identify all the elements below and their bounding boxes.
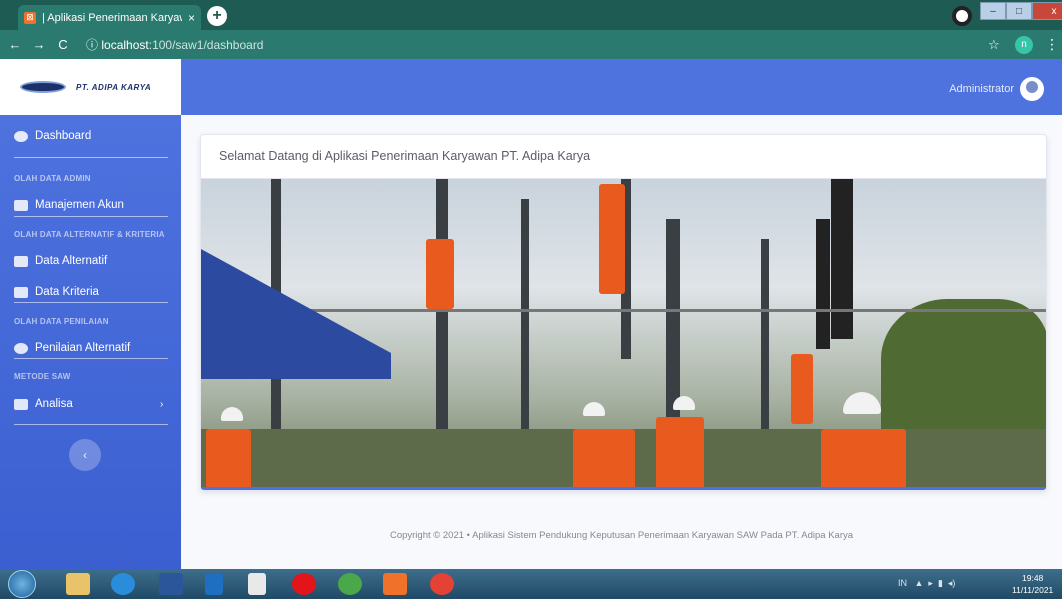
username: Administrator [949,83,1014,95]
worker [791,354,813,424]
chrome-icon[interactable] [430,573,454,595]
worker [656,417,704,489]
worker [821,429,906,489]
hard-hat [221,407,243,421]
sidebar-item-label: Manajemen Akun [35,199,124,211]
internet-explorer-icon[interactable] [111,573,135,595]
users-icon [14,255,28,267]
forward-arrow-icon[interactable]: → [30,37,48,52]
sidebar-item-label: Analisa [35,398,73,410]
welcome-card: Selamat Datang di Aplikasi Penerimaan Ka… [200,134,1047,491]
sidebar-item-label: Data Kriteria [35,286,99,298]
user-avatar-icon [1020,77,1044,101]
sidebar-item-analisa[interactable]: Analisa › [14,398,174,410]
browser-tab[interactable]: ⊠ | Aplikasi Penerimaan Karyawan × [18,5,201,30]
file-explorer-icon[interactable] [66,573,90,595]
opera-icon[interactable] [292,573,316,595]
sidebar: PT. ADIPA KARYA Dashboard OLAH DATA ADMI… [0,59,181,569]
xampp-icon[interactable] [383,573,407,595]
xampp-favicon-icon: ⊠ [24,11,36,24]
tower [521,199,529,429]
sidebar-item-label: Data Alternatif [35,255,108,267]
worker [599,184,625,294]
back-arrow-icon[interactable]: ← [6,37,24,52]
sidebar-item-dashboard[interactable]: Dashboard [14,130,91,142]
opera-menu-icon[interactable] [952,6,972,26]
sidebar-heading-admin: OLAH DATA ADMIN [14,174,91,183]
clock-time: 19:48 [1022,573,1044,583]
sidebar-heading-penilaian: OLAH DATA PENILAIAN [14,317,109,326]
tower [831,179,853,339]
tent [201,249,391,379]
worker [206,429,251,489]
tab-close-icon[interactable]: × [188,11,195,25]
sidebar-heading-metode: METODE SAW [14,372,71,381]
sidebar-item-manajemen-akun[interactable]: Manajemen Akun [14,199,124,211]
footer-copyright: Copyright © 2021 • Aplikasi Sistem Pendu… [389,530,854,541]
topbar: Administrator [181,59,1062,115]
sidebar-item-data-kriteria[interactable]: Data Kriteria [14,286,99,298]
sidebar-item-penilaian-alternatif[interactable]: Penilaian Alternatif [14,342,130,354]
taskbar-clock[interactable]: 19:48 11/11/2021 [1012,572,1053,596]
brand-logo[interactable]: PT. ADIPA KARYA [0,59,181,115]
windows-taskbar: IN ▲ ▸ ▮ ◂) 19:48 11/11/2021 [0,569,1062,599]
sidebar-divider [14,157,168,158]
sidebar-divider [14,424,168,425]
minimize-button[interactable]: – [980,2,1006,20]
profile-avatar[interactable]: n [1015,35,1033,54]
sidebar-toggle-button[interactable]: ‹ [69,439,101,471]
folder-icon [14,398,28,410]
sidebar-item-label: Dashboard [35,130,92,142]
word-icon[interactable] [159,573,183,595]
brand-name: PT. ADIPA KARYA [76,82,152,92]
sidebar-divider [14,216,168,217]
bookmark-star-icon[interactable]: ☆ [988,37,1000,53]
user-dropdown[interactable]: Administrator [949,77,1044,101]
more-menu-icon[interactable]: ⋮ [1045,36,1059,53]
info-icon: ⓘ [86,38,99,52]
language-indicator[interactable]: IN [898,578,907,588]
sidebar-heading-alternatif: OLAH DATA ALTERNATIF & KRITERIA [14,230,165,239]
browser-tab-bar: ⊠ | Aplikasi Penerimaan Karyawan × + – □… [0,0,1062,30]
sidebar-divider [14,358,168,359]
welcome-heading: Selamat Datang di Aplikasi Penerimaan Ka… [201,135,1046,179]
dashboard-icon [14,130,28,142]
hard-hat [843,392,881,414]
maximize-button[interactable]: □ [1006,2,1032,20]
company-logo-icon [20,81,66,93]
start-button[interactable] [8,570,36,598]
trees [881,299,1046,449]
window-controls: – □ x [980,2,1062,20]
worker [573,429,635,489]
browser-icon[interactable] [338,573,362,595]
tab-title: | Aplikasi Penerimaan Karyawan [42,11,182,24]
address-bar: ← → C ⓘ localhost:100/saw1/dashboard ☆ n… [0,30,1062,59]
system-tray[interactable]: IN ▲ ▸ ▮ ◂) [898,578,955,589]
user-edit-icon [14,342,28,354]
tray-icons: ▲ ▸ ▮ ◂) [909,578,956,588]
sidebar-divider [14,302,168,303]
id-card-icon [14,199,28,211]
clock-date: 11/11/2021 [1012,585,1054,595]
sidebar-item-data-alternatif[interactable]: Data Alternatif [14,255,107,267]
url-field[interactable]: ⓘ localhost:100/saw1/dashboard [86,36,263,53]
reload-icon[interactable]: C [54,37,72,52]
worker [426,239,454,309]
chevron-right-icon: › [160,398,164,410]
list-icon [14,286,28,298]
url-host: localhost [101,38,149,52]
tower [761,239,769,429]
tower [816,219,830,349]
close-window-button[interactable]: x [1032,2,1062,20]
sidebar-item-label: Penilaian Alternatif [35,342,131,354]
hard-hat [583,402,605,416]
card-border-bottom [201,487,1046,490]
hard-hat [673,396,695,410]
substation-photo [201,179,1046,489]
outlook-icon[interactable] [205,573,223,595]
notepad-icon[interactable] [248,573,266,595]
beam [201,309,1046,312]
url-path: :100/saw1/dashboard [148,38,264,52]
new-tab-button[interactable]: + [207,6,227,26]
